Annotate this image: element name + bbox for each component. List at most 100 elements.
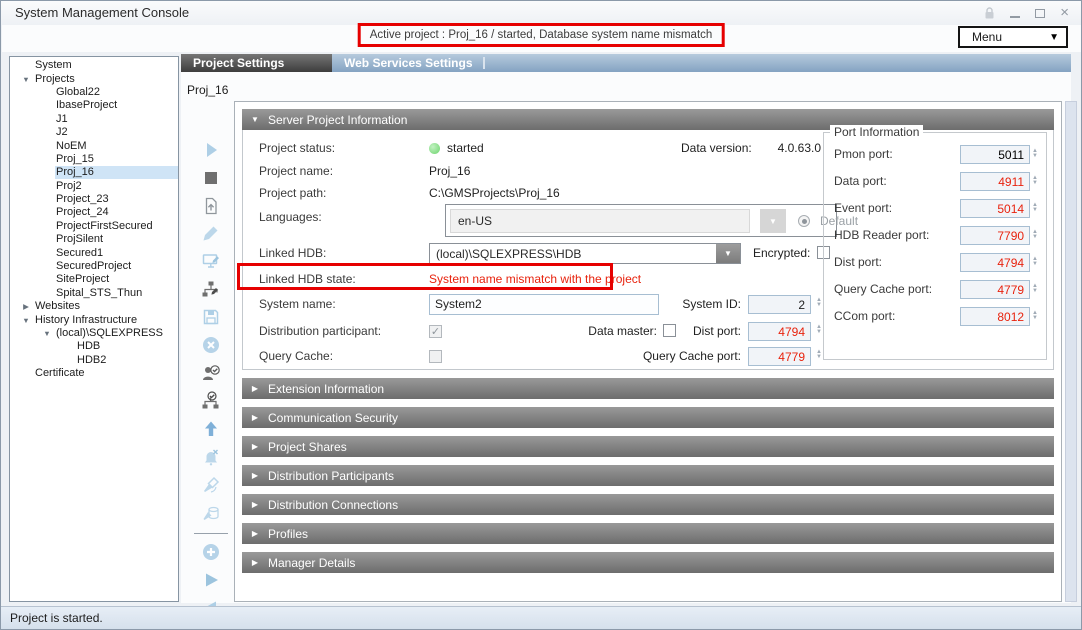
data-master-checkbox[interactable] — [663, 324, 676, 337]
port-input[interactable]: 7790 — [960, 226, 1030, 245]
tree-item-siteproject[interactable]: SiteProject — [10, 273, 178, 286]
spinner-icon[interactable]: ▲▼ — [1032, 230, 1038, 240]
disable-alarms-icon[interactable] — [197, 444, 225, 470]
add-project-icon[interactable] — [197, 539, 225, 565]
system-id-spinner-icon[interactable]: ▲▼ — [816, 298, 822, 308]
tree-item-local-sqlexpress[interactable]: ▼(local)\SQLEXPRESS — [10, 327, 178, 340]
section-bar-extension-information[interactable]: ▶Extension Information — [242, 378, 1054, 399]
tree-item-hdb2[interactable]: HDB2 — [10, 354, 178, 367]
spinner-icon[interactable]: ▲▼ — [1032, 257, 1038, 267]
minimize-button[interactable] — [1010, 8, 1020, 18]
save-project-icon[interactable] — [197, 304, 225, 330]
edit-project-icon[interactable] — [197, 248, 225, 274]
dist-port-input[interactable]: 4794 — [748, 322, 811, 341]
spinner-icon[interactable]: ▲▼ — [1032, 149, 1038, 159]
port-label: HDB Reader port: — [834, 228, 960, 242]
section-bar-profiles[interactable]: ▶Profiles — [242, 523, 1054, 544]
query-cache-checkbox[interactable] — [429, 350, 442, 363]
tree-item-label: Websites — [34, 300, 178, 313]
section-bar-distribution-participants[interactable]: ▶Distribution Participants — [242, 465, 1054, 486]
languages-dropdown-button[interactable]: ▼ — [760, 209, 786, 233]
linked-hdb-dropdown[interactable]: (local)\SQLEXPRESS\HDB ▼ — [429, 243, 741, 264]
port-input[interactable]: 8012 — [960, 307, 1030, 326]
menu-button[interactable]: Menu ▼ — [958, 26, 1068, 48]
show-next-icon[interactable] — [197, 567, 225, 593]
port-row-pmon-port: Pmon port:5011▲▼ — [834, 144, 1038, 164]
close-project-icon[interactable] — [197, 332, 225, 358]
tree-item-j1[interactable]: J1 — [10, 113, 178, 126]
tree-item-global22[interactable]: Global22 — [10, 86, 178, 99]
window-title: System Management Console — [15, 5, 189, 20]
section-bar-manager-details[interactable]: ▶Manager Details — [242, 552, 1054, 573]
spinner-icon[interactable]: ▲▼ — [1032, 311, 1038, 321]
clear-project-data-icon[interactable] — [197, 472, 225, 498]
spinner-icon[interactable]: ▲▼ — [1032, 176, 1038, 186]
close-button[interactable]: × — [1060, 8, 1069, 18]
tree-item-project-24[interactable]: Project_24 — [10, 206, 178, 219]
tree-item-secured1[interactable]: Secured1 — [10, 246, 178, 259]
stop-project-icon[interactable] — [197, 165, 225, 191]
validate-distribution-icon[interactable] — [197, 388, 225, 414]
section-bar-project-shares[interactable]: ▶Project Shares — [242, 436, 1054, 457]
distribution-participant-checkbox[interactable]: ✓ — [429, 325, 442, 338]
upgrade-project-icon[interactable] — [197, 416, 225, 442]
port-input[interactable]: 4794 — [960, 253, 1030, 272]
edit-distribution-icon[interactable] — [197, 276, 225, 302]
spinner-icon[interactable]: ▲▼ — [1032, 284, 1038, 294]
authorize-user-icon[interactable] — [197, 360, 225, 386]
query-cache-port-spinner-icon[interactable]: ▲▼ — [816, 350, 822, 360]
tree-item-ibaseproject[interactable]: IbaseProject — [10, 99, 178, 112]
rename-project-icon[interactable] — [197, 220, 225, 246]
collapse-arrow-icon[interactable]: ▼ — [18, 316, 34, 325]
collapse-arrow-icon[interactable]: ▼ — [39, 329, 55, 338]
tree-item-certificate[interactable]: Certificate — [10, 367, 178, 380]
tree-item-projsilent[interactable]: ProjSilent — [10, 233, 178, 246]
expand-arrow-icon[interactable]: ▶ — [18, 302, 34, 311]
status-bar: Project is started. — [1, 606, 1081, 629]
linked-hdb-dropdown-button[interactable]: ▼ — [716, 244, 740, 263]
default-language-radio[interactable] — [798, 215, 810, 227]
tree-item-label: J1 — [55, 113, 178, 126]
tab-project-settings[interactable]: Project Settings — [181, 54, 332, 72]
tree-item-projects[interactable]: ▼Projects — [10, 72, 178, 85]
tree-item-proj-15[interactable]: Proj_15 — [10, 153, 178, 166]
section-bar-communication-security[interactable]: ▶Communication Security — [242, 407, 1054, 428]
language-item[interactable]: en-US — [450, 209, 750, 233]
tree-item-securedproject[interactable]: SecuredProject — [10, 260, 178, 273]
port-input[interactable]: 5011 — [960, 145, 1030, 164]
tree-item-projectfirstsecured[interactable]: ProjectFirstSecured — [10, 220, 178, 233]
vertical-scrollbar[interactable] — [1065, 101, 1077, 602]
tab-web-services-settings[interactable]: Web Services Settings — [332, 54, 483, 72]
tree-item-hdb[interactable]: HDB — [10, 340, 178, 353]
section-bar-distribution-connections[interactable]: ▶Distribution Connections — [242, 494, 1054, 515]
tree-item-spital-sts-thun[interactable]: Spital_STS_Thun — [10, 287, 178, 300]
port-input[interactable]: 5014 — [960, 199, 1030, 218]
chevron-down-icon: ▼ — [1049, 32, 1066, 43]
import-restore-icon[interactable] — [197, 193, 225, 219]
tree-item-system[interactable]: System — [10, 59, 178, 72]
spinner-icon[interactable]: ▲▼ — [1032, 203, 1038, 213]
tree-item-noem[interactable]: NoEM — [10, 139, 178, 152]
port-row-ccom-port: CCom port:8012▲▼ — [834, 306, 1038, 326]
query-cache-port-input[interactable]: 4779 — [748, 347, 811, 366]
port-input[interactable]: 4911 — [960, 172, 1030, 191]
section-server-project-information[interactable]: ▼ Server Project Information — [242, 109, 1054, 130]
port-label: Dist port: — [834, 255, 960, 269]
system-name-input[interactable] — [429, 294, 659, 315]
tree-item-websites[interactable]: ▶Websites — [10, 300, 178, 313]
collapse-arrow-icon[interactable]: ▼ — [18, 75, 34, 84]
project-name-value: Proj_16 — [429, 164, 470, 178]
maximize-button[interactable] — [1035, 9, 1045, 18]
clear-history-database-icon[interactable] — [197, 500, 225, 526]
expand-arrow-icon: ▶ — [242, 442, 268, 451]
tree-item-j2[interactable]: J2 — [10, 126, 178, 139]
tree-item-proj2[interactable]: Proj2 — [10, 180, 178, 193]
tree-item-proj-16[interactable]: Proj_16 — [10, 166, 178, 179]
active-project-text: Active project : Proj_16 / started, Data… — [370, 29, 713, 41]
system-id-input[interactable]: 2 — [748, 295, 811, 314]
start-project-icon[interactable] — [197, 137, 225, 163]
dist-port-spinner-icon[interactable]: ▲▼ — [816, 325, 822, 335]
tree-item-history-infrastructure[interactable]: ▼History Infrastructure — [10, 313, 178, 326]
tree-item-project-23[interactable]: Project_23 — [10, 193, 178, 206]
port-input[interactable]: 4779 — [960, 280, 1030, 299]
